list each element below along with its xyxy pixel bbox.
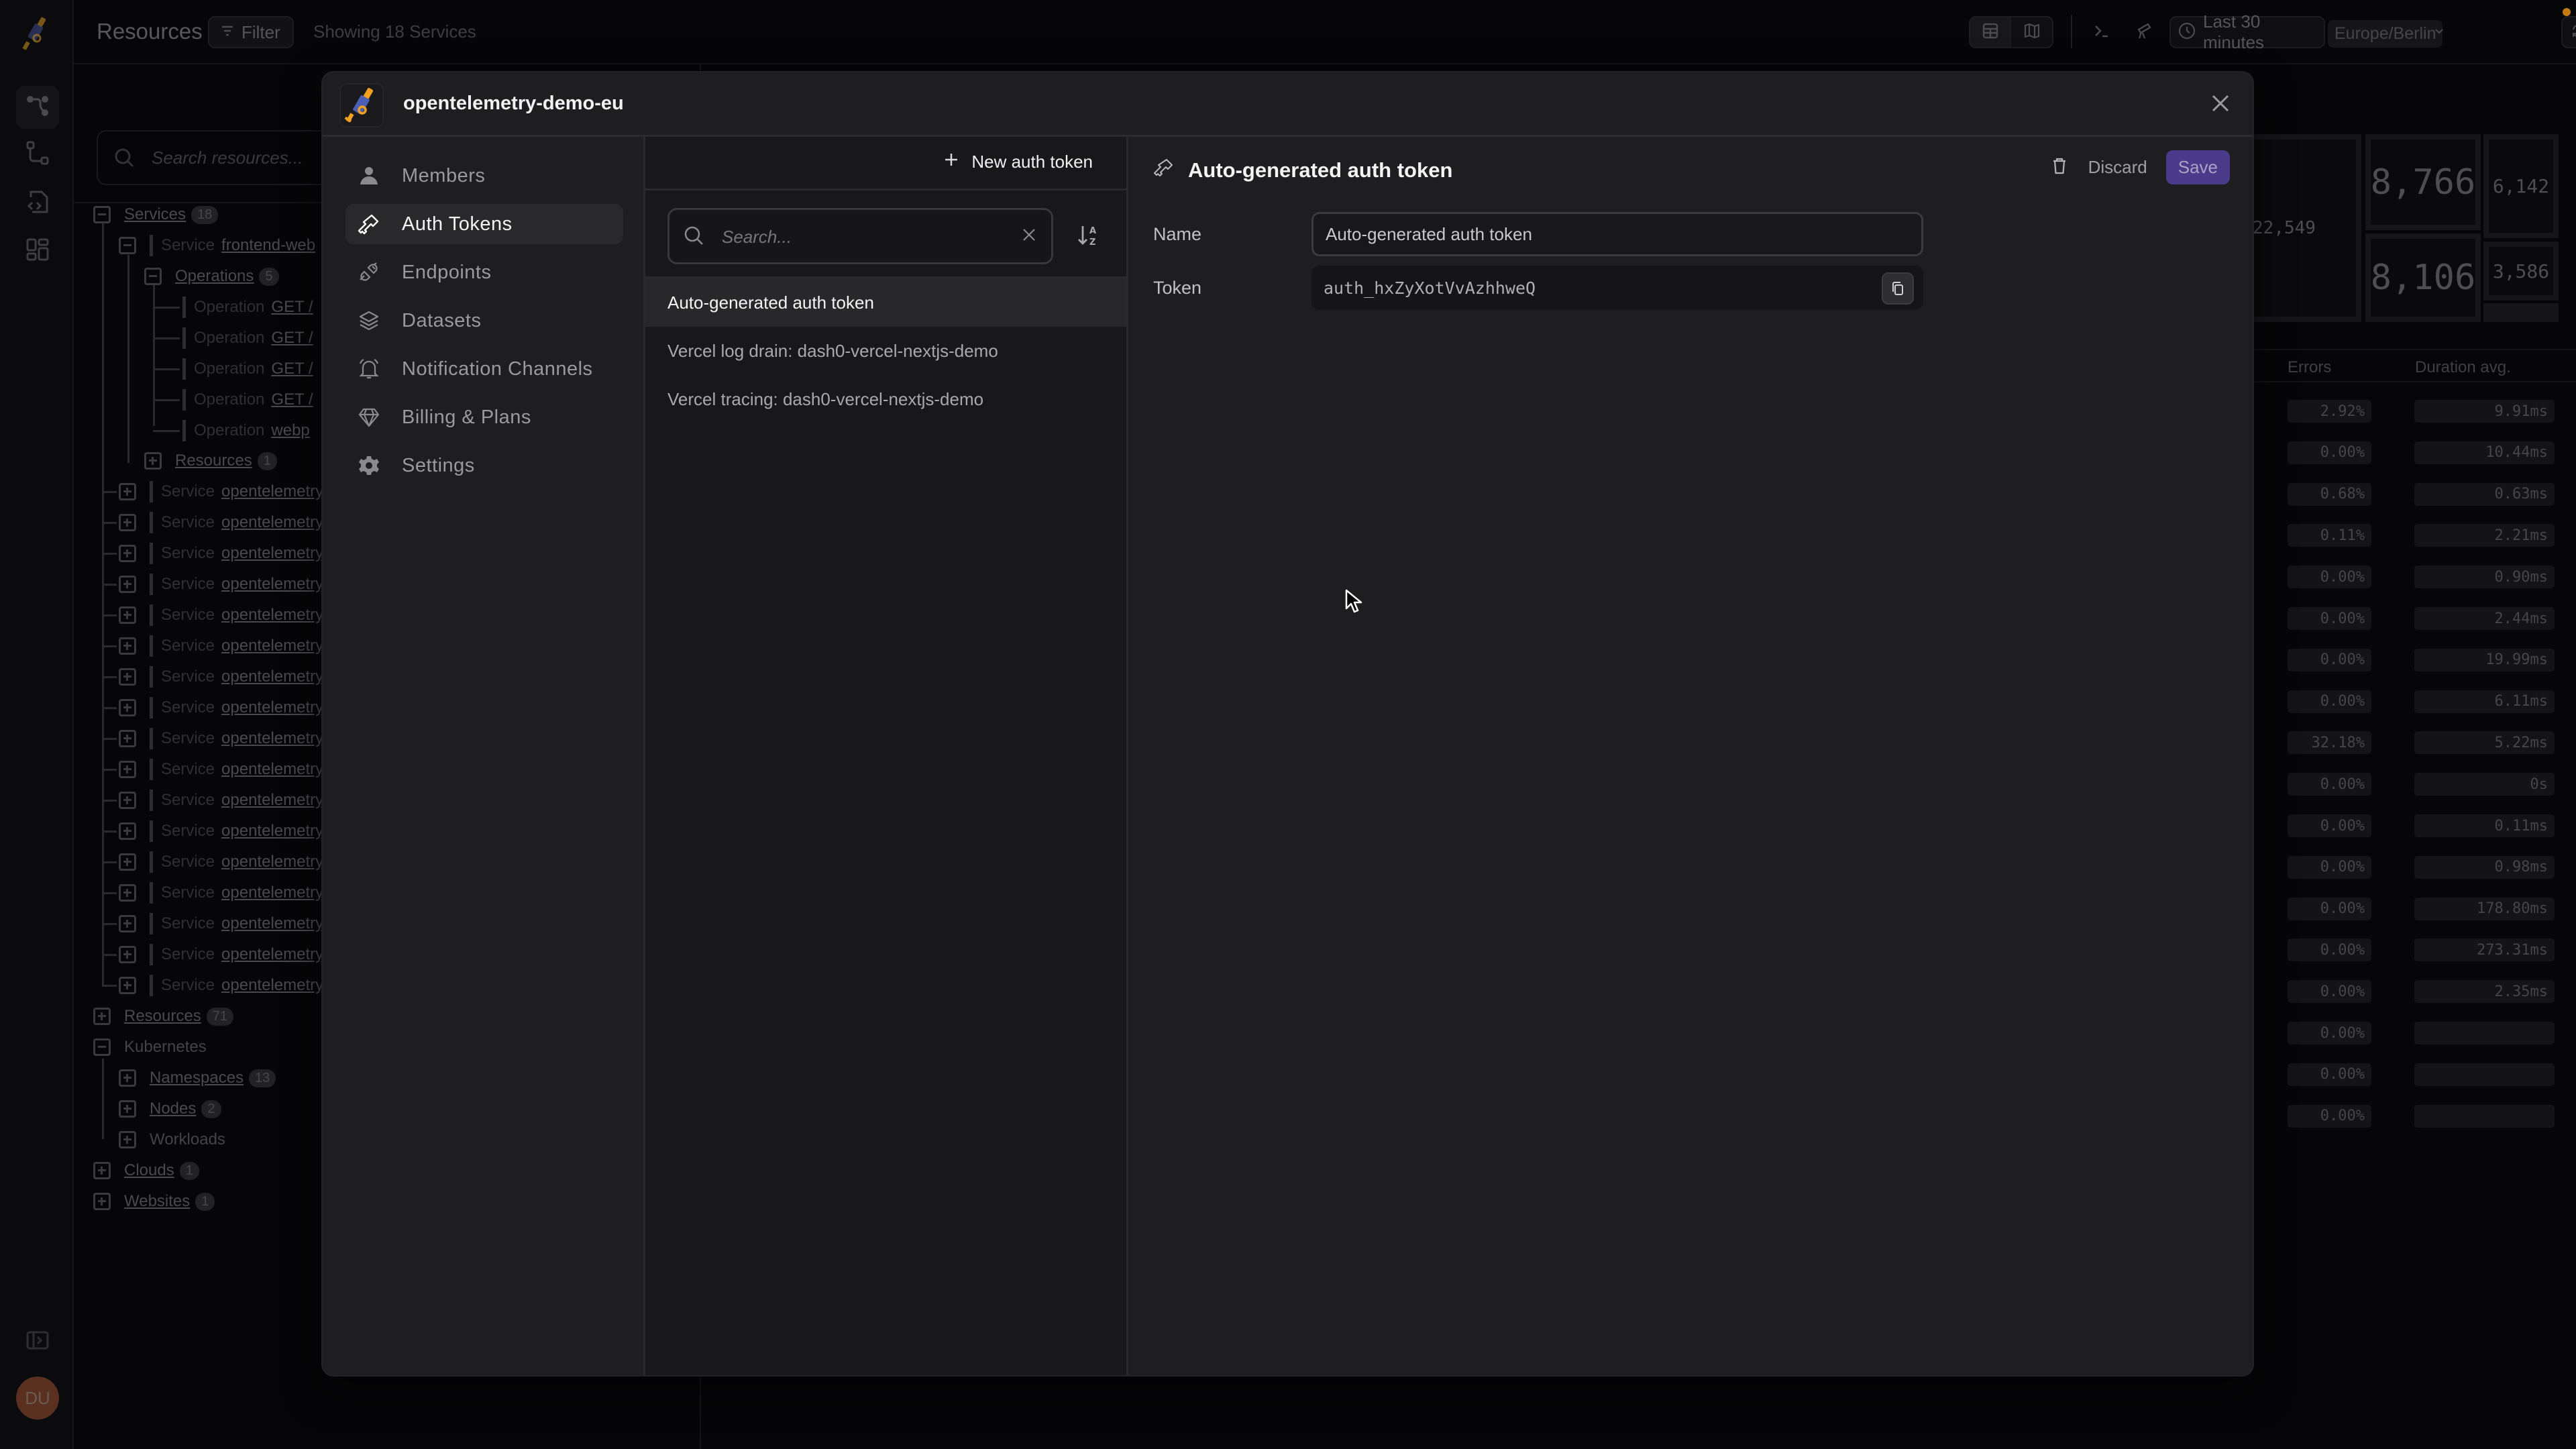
auth-token-list-panel: New auth token AZ Auto-generated auth to… [645, 137, 1128, 1375]
key-icon [1153, 157, 1175, 184]
clear-icon [1023, 229, 1035, 241]
sort-alpha-icon: AZ [1076, 222, 1103, 252]
search-icon [683, 225, 706, 251]
plus-icon [943, 152, 959, 172]
gear-icon [356, 453, 382, 478]
nav-item-label: Notification Channels [402, 358, 593, 380]
nav-item-members[interactable]: Members [345, 156, 623, 196]
token-name-input[interactable] [1311, 212, 1923, 256]
nav-item-notification-channels[interactable]: Notification Channels [345, 349, 623, 389]
discard-button[interactable]: Discard [2088, 157, 2147, 178]
user-icon [356, 163, 382, 189]
token-search-input[interactable] [722, 222, 990, 252]
settings-nav: Members Auth Tokens Endpoints Datasets N… [323, 137, 645, 1375]
layers-icon [356, 308, 382, 333]
new-auth-token-button[interactable]: New auth token [943, 152, 1093, 172]
detail-actions: Discard Save [2049, 150, 2230, 184]
token-list-item[interactable]: Vercel tracing: dash0-vercel-nextjs-demo [645, 375, 1126, 423]
bell-icon [356, 356, 382, 382]
nav-item-label: Settings [402, 454, 475, 476]
close-icon [2210, 93, 2231, 117]
trash-icon [2053, 158, 2065, 174]
modal-header: opentelemetry-demo-eu [323, 72, 2253, 137]
delete-token-button[interactable] [2049, 156, 2070, 179]
telescope-logo-icon [344, 87, 374, 123]
organization-settings-modal: opentelemetry-demo-eu Members Auth Token… [323, 72, 2253, 1375]
token-value[interactable]: auth_hxZyXotVvAzhhweQ [1324, 278, 1536, 298]
save-button[interactable]: Save [2165, 150, 2230, 184]
token-list-item[interactable]: Vercel log drain: dash0-vercel-nextjs-de… [645, 327, 1126, 375]
clear-search-button[interactable] [1020, 226, 1038, 247]
nav-item-label: Auth Tokens [402, 213, 513, 235]
close-modal-button[interactable] [2207, 91, 2234, 118]
org-logo [339, 83, 384, 127]
copy-icon [1892, 282, 1903, 295]
nav-item-label: Endpoints [402, 261, 492, 283]
detail-title: Auto-generated auth token [1188, 158, 1453, 182]
auth-token-detail: Auto-generated auth token Discard Save N… [1130, 137, 2253, 1375]
token-list-item[interactable]: Auto-generated auth token [645, 278, 1126, 327]
name-label: Name [1153, 224, 1202, 244]
diamond-icon [356, 405, 382, 430]
new-auth-token-label: New auth token [971, 152, 1093, 172]
nav-item-auth-tokens[interactable]: Auth Tokens [345, 204, 623, 244]
sort-button[interactable]: AZ [1073, 220, 1106, 254]
token-search-field [667, 208, 1053, 264]
mouse-cursor-icon [1345, 589, 1362, 613]
token-name: Vercel tracing: dash0-vercel-nextjs-demo [667, 388, 984, 409]
token-name: Auto-generated auth token [667, 292, 874, 313]
nav-item-billing-plans[interactable]: Billing & Plans [345, 397, 623, 437]
plug-icon [356, 260, 382, 285]
key-icon [356, 211, 382, 237]
copy-token-button[interactable] [1882, 272, 1914, 305]
nav-item-settings[interactable]: Settings [345, 445, 623, 486]
nav-item-endpoints[interactable]: Endpoints [345, 252, 623, 292]
token-value-field: auth_hxZyXotVvAzhhweQ [1311, 266, 1923, 310]
nav-item-label: Datasets [402, 309, 482, 331]
org-name: opentelemetry-demo-eu [403, 93, 624, 114]
detail-header: Auto-generated auth token [1153, 157, 1452, 184]
nav-item-datasets[interactable]: Datasets [345, 301, 623, 341]
list-toolbar: New auth token [645, 137, 1126, 191]
token-name: Vercel log drain: dash0-vercel-nextjs-de… [667, 340, 998, 361]
svg-text:A: A [1089, 226, 1096, 236]
svg-text:Z: Z [1089, 237, 1095, 248]
token-label: Token [1153, 278, 1202, 298]
nav-item-label: Billing & Plans [402, 406, 531, 428]
nav-item-label: Members [402, 164, 486, 186]
